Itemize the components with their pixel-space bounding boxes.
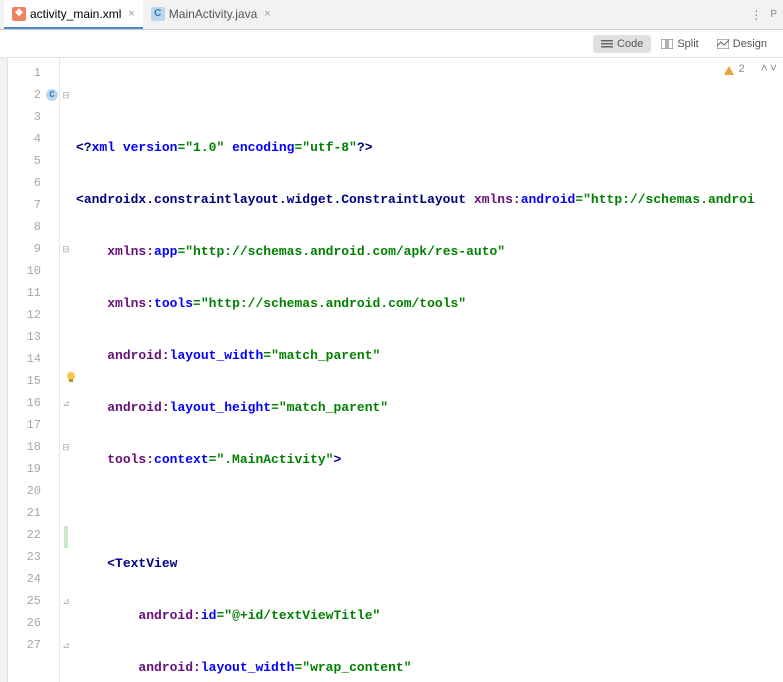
- line-number[interactable]: 1: [8, 62, 59, 84]
- code-content[interactable]: 2 ˄ ˅ <?xml version="1.0" encoding="utf-…: [72, 58, 783, 682]
- fold-marker[interactable]: ⊟: [60, 84, 72, 106]
- design-icon: [717, 39, 729, 49]
- code-line[interactable]: [72, 501, 783, 523]
- fold-marker[interactable]: ⊟: [60, 238, 72, 260]
- code-line[interactable]: tools:context=".MainActivity">: [72, 449, 783, 471]
- line-number[interactable]: 10: [8, 260, 59, 282]
- line-number[interactable]: 5: [8, 150, 59, 172]
- code-line[interactable]: android:layout_width="match_parent": [72, 345, 783, 367]
- line-number[interactable]: 27: [8, 634, 59, 656]
- fold-marker[interactable]: ⊟: [60, 436, 72, 458]
- mode-code[interactable]: Code: [593, 35, 651, 53]
- more-icon[interactable]: ⋮: [750, 8, 762, 22]
- line-number-gutter: 1 2C 3 4 5 6 7 8 9 10 11 12 13 14 15 16 …: [8, 58, 60, 682]
- left-gutter-strip: [0, 58, 8, 682]
- line-number[interactable]: 20: [8, 480, 59, 502]
- line-number[interactable]: 11: [8, 282, 59, 304]
- tab-label: MainActivity.java: [169, 7, 257, 21]
- warning-count: 2: [738, 64, 745, 76]
- tabs-overflow: ⋮ P: [750, 0, 783, 29]
- line-number[interactable]: 26: [8, 612, 59, 634]
- code-icon: [601, 39, 613, 49]
- xml-file-icon: ❖: [12, 7, 26, 21]
- fold-end-marker[interactable]: ⊿: [60, 392, 72, 414]
- nav-up-icon[interactable]: ˄: [761, 62, 768, 76]
- code-line[interactable]: <androidx.constraintlayout.widget.Constr…: [72, 189, 783, 211]
- code-line[interactable]: android:id="@+id/textViewTitle": [72, 605, 783, 627]
- line-number[interactable]: 24: [8, 568, 59, 590]
- java-class-icon: C: [151, 7, 165, 21]
- mode-label: Code: [617, 38, 643, 50]
- line-number[interactable]: 18: [8, 436, 59, 458]
- split-icon: [661, 39, 673, 49]
- nav-down-icon[interactable]: ˅: [770, 62, 777, 76]
- line-number[interactable]: 6: [8, 172, 59, 194]
- code-line[interactable]: <?xml version="1.0" encoding="utf-8"?>: [72, 137, 783, 159]
- line-number[interactable]: 2C: [8, 84, 59, 106]
- close-icon[interactable]: ×: [264, 8, 270, 20]
- layout-view-modes: Code Split Design: [0, 30, 783, 58]
- pin-icon[interactable]: P: [770, 9, 777, 20]
- tab-label: activity_main.xml: [30, 7, 121, 21]
- tab-main-activity[interactable]: C MainActivity.java ×: [143, 0, 279, 29]
- code-line[interactable]: xmlns:app="http://schemas.android.com/ap…: [72, 241, 783, 263]
- editor-tabs-bar: ❖ activity_main.xml × C MainActivity.jav…: [0, 0, 783, 30]
- code-line[interactable]: android:layout_width="wrap_content": [72, 657, 783, 679]
- line-number[interactable]: 14: [8, 348, 59, 370]
- inspection-summary[interactable]: 2: [724, 64, 745, 76]
- mode-label: Design: [733, 38, 767, 50]
- tab-activity-main[interactable]: ❖ activity_main.xml ×: [4, 0, 143, 29]
- fold-marker[interactable]: [60, 62, 72, 84]
- inspection-nav: ˄ ˅: [761, 62, 777, 76]
- code-line[interactable]: <TextView: [72, 553, 783, 575]
- close-icon[interactable]: ×: [128, 8, 134, 20]
- intention-bulb-icon[interactable]: [64, 370, 78, 384]
- class-icon[interactable]: C: [46, 89, 58, 101]
- line-number[interactable]: 17: [8, 414, 59, 436]
- line-number[interactable]: 22: [8, 524, 59, 546]
- line-number[interactable]: 15: [8, 370, 59, 392]
- line-number[interactable]: 21: [8, 502, 59, 524]
- line-number[interactable]: 7: [8, 194, 59, 216]
- code-editor: 1 2C 3 4 5 6 7 8 9 10 11 12 13 14 15 16 …: [0, 58, 783, 682]
- line-number[interactable]: 25: [8, 590, 59, 612]
- code-line[interactable]: xmlns:tools="http://schemas.android.com/…: [72, 293, 783, 315]
- line-number[interactable]: 3: [8, 106, 59, 128]
- line-number[interactable]: 8: [8, 216, 59, 238]
- line-number[interactable]: 19: [8, 458, 59, 480]
- mode-design[interactable]: Design: [709, 35, 775, 53]
- line-number[interactable]: 13: [8, 326, 59, 348]
- code-line[interactable]: android:layout_height="match_parent": [72, 397, 783, 419]
- line-number[interactable]: 4: [8, 128, 59, 150]
- line-number[interactable]: 12: [8, 304, 59, 326]
- mode-split[interactable]: Split: [653, 35, 706, 53]
- line-number[interactable]: 23: [8, 546, 59, 568]
- mode-label: Split: [677, 38, 698, 50]
- vcs-change-marker: [64, 526, 68, 548]
- fold-end-marker[interactable]: ⊿: [60, 634, 72, 656]
- fold-end-marker[interactable]: ⊿: [60, 590, 72, 612]
- warning-icon: [724, 66, 734, 75]
- line-number[interactable]: 16: [8, 392, 59, 414]
- line-number[interactable]: 9: [8, 238, 59, 260]
